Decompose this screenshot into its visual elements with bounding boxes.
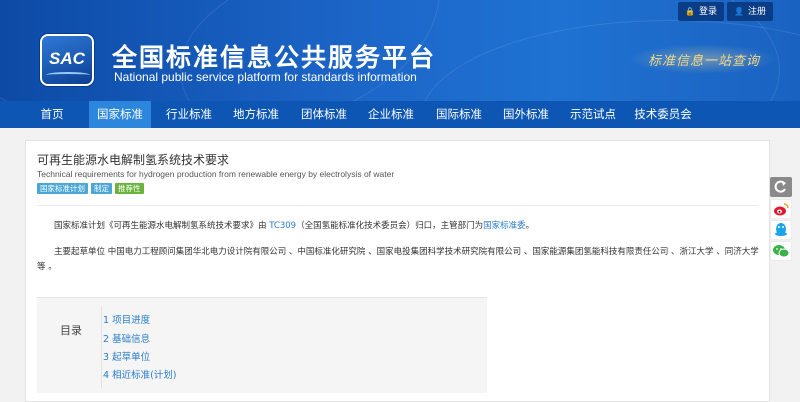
login-button[interactable]: 🔒 登录 [678,2,724,21]
table-of-contents: 目录 1 项目进度 2 基础信息 3 起草单位 4 相近标准(计划) [37,297,487,393]
toc-divider [101,306,102,388]
plan-text-prefix: 国家标准计划《可再生能源水电解制氢系统技术要求》由 [54,221,270,231]
nav-item-home[interactable]: 首页 [26,101,78,128]
plan-text-middle: （全国氢能标准化技术委员会）归口，主管部门为 [296,221,484,231]
plan-description: 国家标准计划《可再生能源水电解制氢系统技术要求》由 TC309（全国氢能标准化技… [37,219,759,234]
qq-icon[interactable] [770,220,792,240]
nav-item-foreign-standards[interactable]: 国外标准 [495,101,557,128]
standard-english-title: Technical requirements for hydrogen prod… [37,169,395,179]
department-link[interactable]: 国家标准委 [483,221,526,231]
nav-item-group-standards[interactable]: 团体标准 [293,101,355,128]
toc-item-basic-info[interactable]: 2 基础信息 [103,331,150,345]
back-icon-glyph [774,180,786,193]
site-subtitle: National public service platform for sta… [114,70,417,84]
nav-item-tech-committees[interactable]: 技术委员会 [628,101,698,128]
sac-logo[interactable]: SAC [40,34,94,86]
nav-item-international-standards[interactable]: 国际标准 [428,101,490,128]
weibo-icon-glyph [774,203,789,216]
toc-item-progress[interactable]: 1 项目进度 [103,312,150,326]
toc-item-drafters[interactable]: 3 起草单位 [103,349,150,363]
nav-item-enterprise-standards[interactable]: 企业标准 [360,101,422,128]
plan-text-suffix: 。 [525,221,535,231]
nav-item-industry-standards[interactable]: 行业标准 [158,101,220,128]
site-title: 全国标准信息公共服务平台 [112,43,437,72]
badge-formulate: 制定 [91,183,112,194]
nav-item-local-standards[interactable]: 地方标准 [225,101,287,128]
main-nav: 首页 国家标准 行业标准 地方标准 团体标准 企业标准 国际标准 国外标准 示范… [0,101,800,128]
nav-item-demo-pilots[interactable]: 示范试点 [562,101,624,128]
nav-item-national-standards[interactable]: 国家标准 [89,101,151,128]
user-icon: 👤 [734,7,744,16]
slogan-text: 标准信息一站查询 [648,54,761,69]
standard-badges: 国家标准计划 制定 推荐性 [37,183,144,194]
standard-title: 可再生能源水电解制氢系统技术要求 [37,153,230,167]
wechat-icon-glyph [773,245,790,258]
badge-recommended: 推荐性 [115,183,144,194]
badge-plan: 国家标准计划 [37,183,88,194]
logo-swoosh [46,72,90,78]
wechat-icon[interactable] [770,241,792,261]
back-icon[interactable] [770,177,792,197]
weibo-icon[interactable] [770,199,792,219]
standard-detail-card: 可再生能源水电解制氢系统技术要求 Technical requirements … [25,140,770,402]
register-label: 注册 [747,7,766,17]
qq-icon-glyph [775,223,787,236]
drafters-description: 主要起草单位 中国电力工程顾问集团华北电力设计院有限公司 、中国标准化研究院 、… [37,247,759,272]
lock-icon: 🔒 [685,7,695,16]
login-label: 登录 [698,7,717,17]
divider [37,205,759,206]
site-header: SAC 全国标准信息公共服务平台 National public service… [0,0,800,101]
toc-label: 目录 [60,324,82,337]
tc-link[interactable]: TC309 [269,221,296,231]
register-button[interactable]: 👤 注册 [727,2,773,21]
logo-text: SAC [49,49,85,68]
toc-item-similar-standards[interactable]: 4 相近标准(计划) [103,367,176,381]
